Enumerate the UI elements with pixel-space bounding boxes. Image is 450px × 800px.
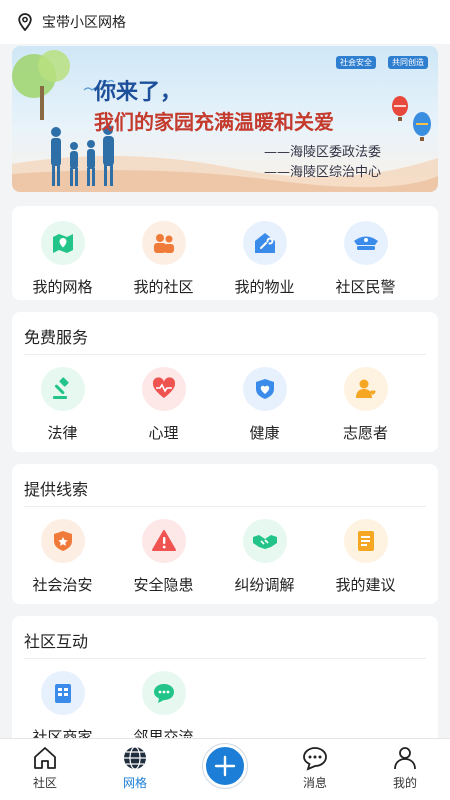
- message-icon: [303, 747, 327, 771]
- warning-icon: [141, 519, 186, 563]
- banner-badge-1: 社会安全: [336, 56, 376, 69]
- property-wrench-icon: [242, 221, 287, 265]
- interaction-card: 社区互动 社区商家 邻里交流: [12, 616, 438, 746]
- quick-item-my-property[interactable]: 我的物业: [214, 221, 315, 297]
- clue-item-my-suggestion[interactable]: 我的建议: [315, 519, 416, 595]
- section-title: 提供线索: [24, 480, 89, 499]
- quick-label: 我的社区: [133, 278, 194, 296]
- quick-label: 我的网格: [32, 278, 93, 296]
- banner-headline: 你来了，: [94, 79, 183, 105]
- shield-star-icon: [40, 519, 85, 563]
- clue-label: 安全隐患: [133, 576, 194, 594]
- quick-item-my-grid[interactable]: 我的网格: [12, 221, 113, 297]
- service-label: 志愿者: [342, 424, 388, 442]
- police-cap-icon: [343, 221, 388, 265]
- banner-org-2: ——海陵区综治中心: [264, 165, 382, 180]
- user-icon: [394, 747, 416, 770]
- section-title: 社区互动: [24, 632, 89, 651]
- banner-org-1: ——海陵区委政法委: [264, 145, 382, 160]
- gavel-icon: [40, 367, 85, 411]
- clue-label: 社会治安: [32, 576, 93, 594]
- heart-pulse-icon: [141, 367, 186, 411]
- merchant-icon: [40, 671, 85, 715]
- tab-label: 网格: [122, 776, 147, 790]
- health-heart-icon: [242, 367, 287, 411]
- plus-icon: [214, 755, 236, 777]
- tab-messages[interactable]: 消息: [270, 739, 360, 800]
- add-button[interactable]: [203, 744, 247, 788]
- globe-icon: [124, 746, 146, 770]
- interaction-item-merchants[interactable]: 社区商家: [12, 671, 113, 747]
- clue-item-safety-hazard[interactable]: 安全隐患: [113, 519, 214, 595]
- quick-item-my-community[interactable]: 我的社区: [113, 221, 214, 297]
- tab-label: 消息: [302, 776, 327, 790]
- quick-item-community-police[interactable]: 社区民警: [315, 221, 416, 297]
- service-label: 法律: [47, 424, 78, 442]
- service-item-psychology[interactable]: 心理: [113, 367, 214, 443]
- service-item-law[interactable]: 法律: [12, 367, 113, 443]
- tab-label: 我的: [392, 776, 417, 790]
- location-name: 宝带小区网格: [42, 15, 126, 31]
- home-icon: [34, 747, 56, 769]
- tab-community[interactable]: 社区: [0, 739, 90, 800]
- service-item-volunteer[interactable]: 志愿者: [315, 367, 416, 443]
- free-services-card: 免费服务 法律 心理 健康 志愿者: [12, 312, 438, 452]
- tab-label: 社区: [32, 776, 57, 790]
- tab-mine[interactable]: 我的: [360, 739, 450, 800]
- clue-item-public-security[interactable]: 社会治安: [12, 519, 113, 595]
- clue-label: 我的建议: [335, 576, 396, 594]
- chat-bubble-icon: [141, 671, 186, 715]
- quick-label: 社区民警: [335, 278, 396, 296]
- location-pin-icon: [18, 13, 32, 31]
- suggestion-note-icon: [343, 519, 388, 563]
- map-grid-icon: [40, 221, 85, 265]
- clues-card: 提供线索 社会治安 安全隐患 纠纷调解 我的建议: [12, 464, 438, 604]
- clue-item-dispute-mediation[interactable]: 纠纷调解: [214, 519, 315, 595]
- service-label: 健康: [249, 424, 280, 442]
- location-bar[interactable]: 宝带小区网格: [0, 0, 450, 44]
- interaction-item-neighbor-chat[interactable]: 邻里交流: [113, 671, 214, 747]
- quick-access-card: 我的网格 我的社区 我的物业 社区民警: [12, 206, 438, 300]
- quick-label: 我的物业: [234, 278, 295, 296]
- banner-badge-2: 共同创造: [388, 56, 428, 69]
- banner-subheadline: 我们的家园充满温暖和关爱: [94, 110, 334, 134]
- handshake-icon: [242, 519, 287, 563]
- service-item-health[interactable]: 健康: [214, 367, 315, 443]
- clue-label: 纠纷调解: [234, 576, 295, 594]
- community-icon: [141, 221, 186, 265]
- tab-grid[interactable]: 网格: [90, 739, 180, 800]
- section-title: 免费服务: [24, 328, 89, 347]
- service-label: 心理: [148, 424, 179, 442]
- promo-banner[interactable]: 社会安全 共同创造 你来了， 我们的家园充满温暖和关爱 ——海陵区委政法委 ——…: [12, 46, 438, 192]
- volunteer-icon: [343, 367, 388, 411]
